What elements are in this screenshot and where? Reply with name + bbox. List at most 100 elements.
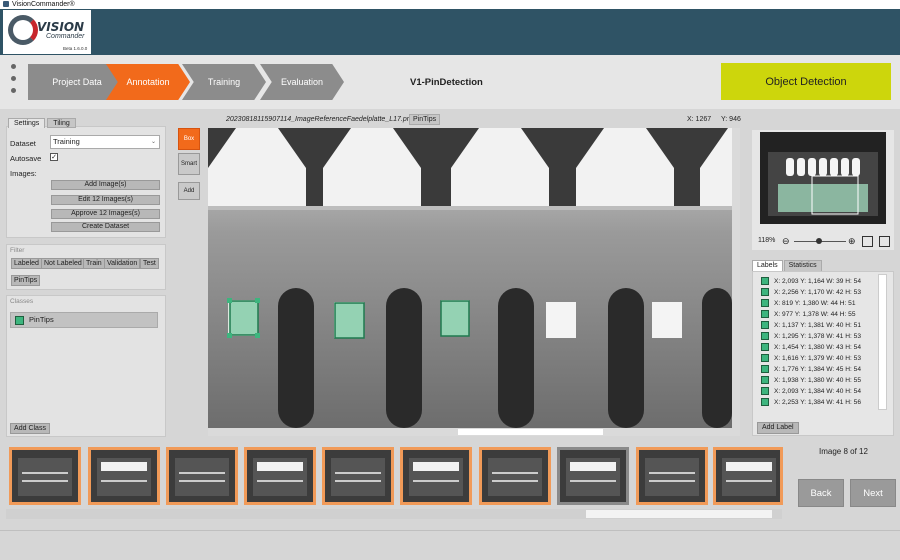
viewer-horizontal-scrollbar[interactable] — [208, 428, 740, 436]
label-item[interactable]: X: 1,776 Y: 1,384 W: 45 H: 54 — [761, 364, 879, 375]
thumbnail-scrollbar[interactable] — [6, 509, 782, 519]
label-item[interactable]: X: 2,256 Y: 1,170 W: 42 H: 53 — [761, 287, 879, 298]
add-class-button[interactable]: Add Class — [10, 423, 50, 434]
viewer-vertical-scrollbar[interactable] — [732, 128, 740, 428]
labels-scrollbar[interactable] — [878, 274, 887, 410]
label-text: X: 1,776 Y: 1,384 W: 45 H: 54 — [774, 366, 861, 373]
label-swatch — [761, 365, 769, 373]
label-swatch — [761, 310, 769, 318]
zoom-controls: 118% ⊖ ⊕ — [758, 236, 894, 248]
filter-train[interactable]: Train — [83, 258, 105, 269]
filter-test[interactable]: Test — [140, 258, 159, 269]
app-logo: VISION Commander Beta 1.6.0.0 — [3, 10, 91, 54]
class-name: PinTips — [29, 315, 54, 324]
label-item[interactable]: X: 1,616 Y: 1,379 W: 40 H: 53 — [761, 353, 879, 364]
zoom-slider-handle[interactable] — [816, 238, 822, 244]
edit-images-button[interactable]: Edit 12 Images(s) — [51, 195, 160, 205]
label-text: X: 1,938 Y: 1,380 W: 40 H: 55 — [774, 377, 861, 384]
thumbnail-7[interactable] — [479, 447, 551, 505]
label-item[interactable]: X: 2,093 Y: 1,384 W: 40 H: 54 — [761, 386, 879, 397]
label-text: X: 1,454 Y: 1,380 W: 43 H: 54 — [774, 344, 861, 351]
label-swatch — [761, 299, 769, 307]
filter-labeled[interactable]: Labeled — [11, 258, 42, 269]
label-item[interactable]: X: 819 Y: 1,380 W: 44 H: 51 — [761, 298, 879, 309]
label-swatch — [761, 321, 769, 329]
viewer-scroll-thumb[interactable] — [458, 429, 603, 435]
label-item[interactable]: X: 1,295 Y: 1,378 W: 41 H: 53 — [761, 331, 879, 342]
fit-screen-icon[interactable] — [862, 236, 873, 247]
step-training[interactable]: Training — [182, 64, 266, 100]
image-canvas[interactable] — [208, 128, 732, 428]
thumbnail-image — [639, 450, 705, 502]
thumbnail-image — [482, 450, 548, 502]
add-label-button[interactable]: Add Label — [757, 422, 799, 434]
logo-ring-icon — [8, 15, 38, 45]
tab-tiling[interactable]: Tiling — [47, 118, 76, 128]
status-footer — [0, 530, 900, 560]
thumbnail-image — [247, 450, 313, 502]
images-label: Images: — [10, 169, 37, 178]
thumbnail-3[interactable] — [166, 447, 238, 505]
dataset-label: Dataset — [10, 139, 36, 148]
autosave-checkbox[interactable]: ✓ — [50, 153, 58, 161]
cursor-x: X: 1267 — [687, 116, 712, 123]
thumbnail-image — [169, 450, 235, 502]
thumbnail-10[interactable] — [713, 447, 783, 505]
create-dataset-button[interactable]: Create Dataset — [51, 222, 160, 232]
minimap[interactable] — [760, 132, 886, 224]
back-button[interactable]: Back — [798, 479, 844, 507]
filter-pintips[interactable]: PinTips — [11, 275, 41, 286]
class-item-pintips[interactable]: PinTips — [10, 312, 158, 328]
zoom-in-icon[interactable]: ⊕ — [848, 236, 856, 247]
label-item[interactable]: X: 1,938 Y: 1,380 W: 40 H: 55 — [761, 375, 879, 386]
thumbnail-4[interactable] — [244, 447, 316, 505]
class-color-swatch — [15, 316, 24, 325]
class-tag[interactable]: PinTips — [409, 114, 441, 125]
label-swatch — [761, 288, 769, 296]
add-images-button[interactable]: Add Image(s) — [51, 180, 160, 190]
thumbnail-scroll-thumb[interactable] — [586, 510, 772, 518]
thumbnail-2[interactable] — [88, 447, 160, 505]
label-item[interactable]: X: 1,454 Y: 1,380 W: 43 H: 54 — [761, 342, 879, 353]
fullscreen-icon[interactable] — [879, 236, 890, 247]
label-swatch — [761, 387, 769, 395]
label-item[interactable]: X: 2,093 Y: 1,164 W: 39 H: 54 — [761, 276, 879, 287]
app-header — [0, 9, 900, 55]
label-item[interactable]: X: 1,137 Y: 1,381 W: 40 H: 51 — [761, 320, 879, 331]
thumbnail-9[interactable] — [636, 447, 708, 505]
dataset-select[interactable]: Training ⌄ — [50, 135, 160, 149]
label-swatch — [761, 277, 769, 285]
approve-images-button[interactable]: Approve 12 Images(s) — [51, 209, 160, 219]
menu-dots-icon[interactable] — [11, 64, 17, 100]
chevron-down-icon: ⌄ — [150, 139, 156, 145]
window-title: VisionCommander® — [12, 1, 75, 8]
smart-tool-button[interactable]: Smart — [178, 153, 200, 175]
classes-title: Classes — [10, 298, 34, 305]
thumbnail-8-selected[interactable] — [557, 447, 629, 505]
filter-title: Filter — [10, 247, 25, 254]
label-text: X: 977 Y: 1,378 W: 44 H: 55 — [774, 311, 856, 318]
label-item[interactable]: X: 977 Y: 1,378 W: 44 H: 55 — [761, 309, 879, 320]
label-item[interactable]: X: 2,253 Y: 1,384 W: 41 H: 56 — [761, 397, 879, 408]
app-version: Beta 1.6.0.0 — [63, 46, 88, 51]
step-evaluation[interactable]: Evaluation — [260, 64, 344, 100]
window-titlebar: VisionCommander® — [0, 0, 900, 9]
tab-settings[interactable]: Settings — [8, 118, 46, 128]
filter-not-labeled[interactable]: Not Labeled — [41, 258, 85, 269]
dataset-value: Training — [53, 137, 80, 146]
filter-validation[interactable]: Validation — [104, 258, 141, 269]
project-title: V1-PinDetection — [410, 77, 483, 88]
object-detection-button[interactable]: Object Detection — [721, 63, 891, 100]
step-annotation[interactable]: Annotation — [106, 64, 190, 100]
next-button[interactable]: Next — [850, 479, 896, 507]
zoom-out-icon[interactable]: ⊖ — [782, 236, 790, 247]
logo-text: VISION — [37, 20, 85, 34]
thumbnail-1[interactable] — [9, 447, 81, 505]
label-swatch — [761, 398, 769, 406]
thumbnail-5[interactable] — [322, 447, 394, 505]
logo-subtext: Commander — [46, 33, 85, 40]
label-text: X: 2,093 Y: 1,384 W: 40 H: 54 — [774, 388, 861, 395]
thumbnail-6[interactable] — [400, 447, 472, 505]
add-tool-button[interactable]: Add — [178, 182, 200, 200]
box-tool-button[interactable]: Box — [178, 128, 200, 150]
